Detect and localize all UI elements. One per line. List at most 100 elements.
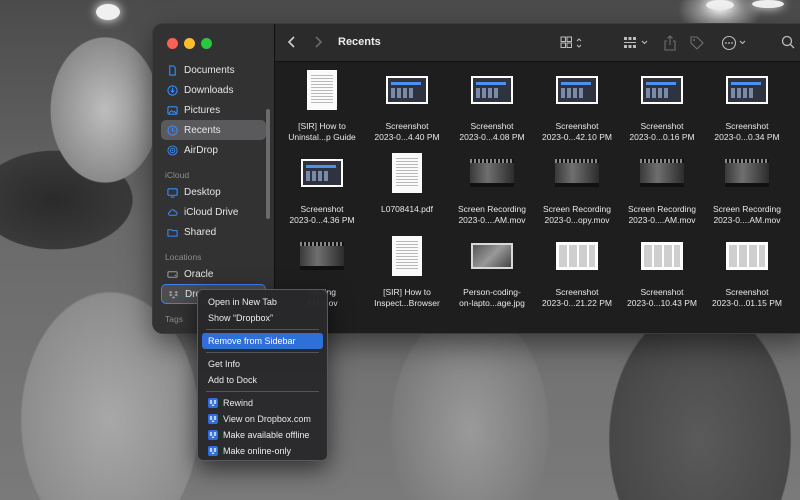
file-item[interactable]: Screenshot 2023-0...42.10 PM	[535, 68, 619, 143]
menu-separator	[206, 352, 319, 353]
window-controls	[167, 38, 212, 49]
menu-item-get-info[interactable]: Get Info	[202, 356, 323, 372]
download-icon	[167, 84, 178, 96]
file-name-line: 2023-0....AM.mov	[628, 215, 696, 225]
sidebar-item-label: Shared	[184, 226, 217, 238]
finder-content: Recents [SIR] How to Uninstal...p Guide Sc…	[275, 24, 800, 333]
file-name: Screenshot 2023-0...4.08 PM	[450, 121, 534, 143]
menu-item-open-in-new-tab[interactable]: Open in New Tab	[202, 294, 323, 310]
sidebar-item-label: Desktop	[184, 186, 221, 198]
sidebar-item-icloud-drive[interactable]: iCloud Drive	[161, 202, 266, 222]
file-name: [SIR] How to Inspect...Browser	[365, 287, 449, 309]
file-item[interactable]: L0708414.pdf	[365, 151, 449, 215]
video-thumbnail	[555, 159, 599, 187]
file-item[interactable]: Screenshot 2023-0...4.40 PM	[365, 68, 449, 143]
minimize-button[interactable]	[184, 38, 195, 49]
menu-item-add-to-dock[interactable]: Add to Dock	[202, 372, 323, 388]
file-item[interactable]: Screenshot 2023-0...01.15 PM	[705, 234, 789, 309]
menu-item-show-dropbox[interactable]: Show “Dropbox”	[202, 310, 323, 326]
file-name-line: Screenshot	[555, 287, 599, 297]
menu-item-make-available-offline[interactable]: Make available offline	[202, 427, 323, 443]
file-name-line: 2023-0...4.40 PM	[374, 132, 440, 142]
sidebar-scrollbar[interactable]	[266, 109, 270, 219]
document-thumbnail	[392, 236, 422, 276]
file-name-line: on-lapto...age.jpg	[459, 298, 525, 308]
file-item[interactable]: Screenshot 2023-0...4.36 PM	[280, 151, 364, 226]
tag-icon	[690, 36, 704, 50]
menu-item-remove-from-sidebar[interactable]: Remove from Sidebar	[202, 333, 323, 349]
file-name-line: Screenshot	[640, 121, 684, 131]
sidebar-item-pictures[interactable]: Pictures	[161, 100, 266, 120]
file-name: L0708414.pdf	[365, 204, 449, 215]
toolbar: Recents	[275, 24, 800, 62]
search-button[interactable]	[781, 35, 795, 49]
sidebar-item-airdrop[interactable]: AirDrop	[161, 140, 266, 160]
tag-button[interactable]	[689, 35, 705, 51]
clock-icon	[167, 124, 178, 136]
file-name: Screenshot 2023-0...0.16 PM	[620, 121, 704, 143]
file-thumbnail	[365, 234, 449, 278]
file-item[interactable]: Screenshot 2023-0...10.43 PM	[620, 234, 704, 309]
sidebar-list: Documents Downloads Pictures Recents Air…	[153, 60, 274, 326]
dropbox-badge-icon	[208, 446, 218, 456]
group-by-button[interactable]	[623, 36, 651, 50]
sidebar-item-shared[interactable]: Shared	[161, 222, 266, 242]
file-name: Screen Recording 2023-0....AM.mov	[620, 204, 704, 226]
file-item[interactable]: [SIR] How to Uninstal...p Guide	[280, 68, 364, 143]
menu-item-rewind[interactable]: Rewind	[202, 395, 323, 411]
file-item[interactable]: Person-coding-on-lapto...age.jpg	[450, 234, 534, 309]
file-thumbnail	[705, 68, 789, 112]
file-item[interactable]: Screenshot 2023-0...0.16 PM	[620, 68, 704, 143]
file-name-line: L0708414.pdf	[381, 204, 433, 214]
file-name-line: 2023-0...4.36 PM	[289, 215, 355, 225]
sidebar-item-oracle[interactable]: Oracle	[161, 264, 266, 284]
file-name-line: 2023-0....AM.mov	[713, 215, 781, 225]
file-name-line: [SIR] How to	[383, 287, 431, 297]
file-name: Screenshot 2023-0...4.40 PM	[365, 121, 449, 143]
share-button[interactable]	[663, 35, 677, 51]
dropbox-badge-icon	[208, 430, 218, 440]
screenshot-thumbnail	[726, 242, 768, 270]
sidebar-item-downloads[interactable]: Downloads	[161, 80, 266, 100]
pictures-icon	[167, 105, 178, 116]
ceiling-lamp	[752, 0, 784, 8]
sidebar-item-documents[interactable]: Documents	[161, 60, 266, 80]
more-actions-button[interactable]	[721, 35, 749, 51]
cloud-icon	[167, 207, 178, 218]
share-icon	[664, 35, 676, 51]
file-item[interactable]: Screen Recording 2023-0....AM.mov	[450, 151, 534, 226]
screenshot-thumbnail	[556, 76, 598, 104]
screenshot-thumbnail	[641, 242, 683, 270]
file-name: Screen Recording 2023-0....AM.mov	[450, 204, 534, 226]
airdrop-icon	[167, 144, 178, 156]
file-name-line: Screenshot	[725, 121, 769, 131]
file-item[interactable]: Screen Recording 2023-0....AM.mov	[705, 151, 789, 226]
file-thumbnail	[705, 151, 789, 195]
window-title: Recents	[338, 36, 381, 48]
file-item[interactable]: Screenshot 2023-0...4.08 PM	[450, 68, 534, 143]
menu-item-view-on-dropbox[interactable]: View on Dropbox.com	[202, 411, 323, 427]
zoom-button[interactable]	[201, 38, 212, 49]
forward-button[interactable]	[313, 35, 323, 49]
file-thumbnail	[620, 68, 704, 112]
file-item[interactable]: Screen Recording 2023-0...opy.mov	[535, 151, 619, 226]
file-name-line: Screen Recording	[542, 204, 612, 214]
file-item[interactable]: [SIR] How to Inspect...Browser	[365, 234, 449, 309]
close-button[interactable]	[167, 38, 178, 49]
chevron-right-icon	[315, 36, 323, 48]
sidebar-item-desktop[interactable]: Desktop	[161, 182, 266, 202]
file-item[interactable]: Screen Recording 2023-0....AM.mov	[620, 151, 704, 226]
file-item[interactable]: Screenshot 2023-0...21.22 PM	[535, 234, 619, 309]
view-mode-button[interactable]	[560, 36, 584, 50]
file-name: Person-coding-on-lapto...age.jpg	[450, 287, 534, 309]
menu-item-make-online-only[interactable]: Make online-only	[202, 443, 323, 459]
file-name-line: 2023-0...42.10 PM	[542, 132, 612, 142]
sidebar-item-recents[interactable]: Recents	[161, 120, 266, 140]
file-grid: [SIR] How to Uninstal...p Guide Screenshot…	[275, 62, 800, 333]
dropbox-badge-icon	[208, 398, 218, 408]
file-name-line: 2023-0...4.08 PM	[459, 132, 525, 142]
back-button[interactable]	[287, 35, 297, 49]
file-item[interactable]: Screenshot 2023-0...0.34 PM	[705, 68, 789, 143]
file-thumbnail	[620, 234, 704, 278]
file-name-line: 2023-0....AM.mov	[458, 215, 526, 225]
